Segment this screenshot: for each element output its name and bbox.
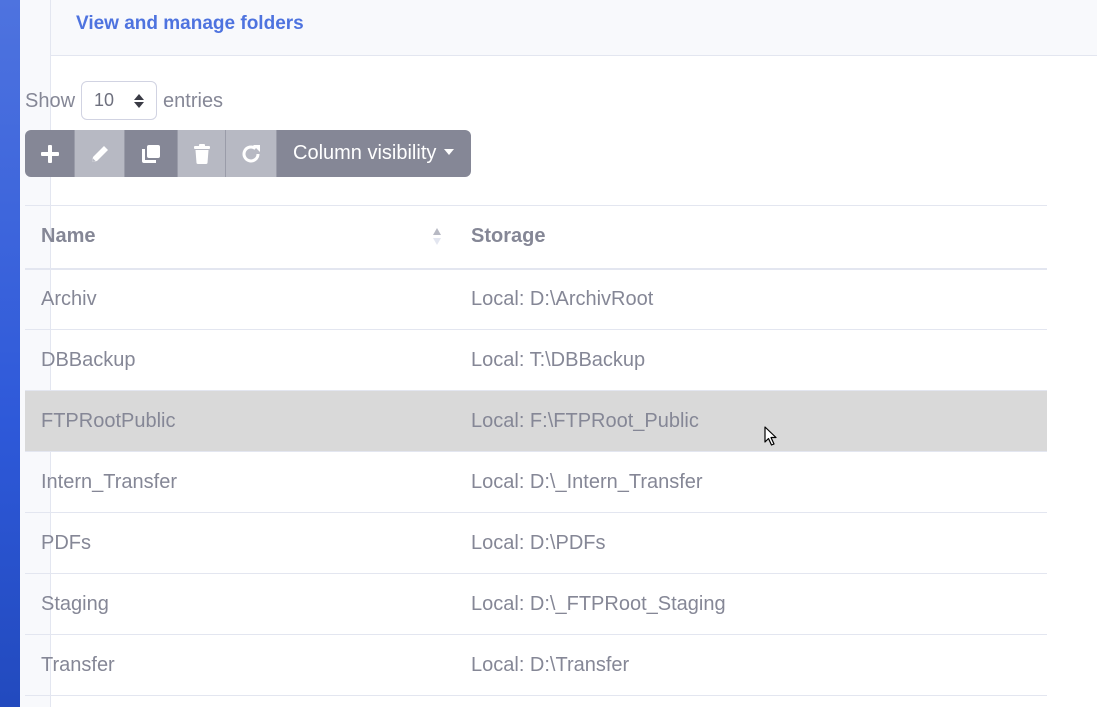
card-header: View and manage folders [51, 0, 1097, 56]
cell-storage: Local: F:\FTPRoot_Public [455, 390, 1047, 452]
entries-select-value: 10 [94, 90, 115, 110]
table-row[interactable]: Archiv Local: D:\ArchivRoot [25, 268, 1047, 330]
copy-button[interactable] [125, 130, 178, 177]
column-header-storage-label: Storage [471, 225, 546, 248]
caret-down-icon [444, 148, 455, 155]
refresh-icon [242, 144, 260, 162]
cell-storage: Local: D:\ArchivRoot [455, 268, 1047, 330]
cell-storage: Local: D:\_FTPRoot_Staging [455, 573, 1047, 635]
cell-storage: Local: D:\PDFs [455, 512, 1047, 574]
cell-name: PDFs [25, 512, 455, 574]
entries-select[interactable]: 10 [81, 81, 158, 120]
cell-name: FTPRootPublic [25, 390, 455, 452]
cell-name: Transfer [25, 634, 455, 696]
table-row[interactable]: Staging Local: D:\_FTPRoot_Staging [25, 573, 1047, 635]
table-row[interactable]: FTPRootPublic Local: F:\FTPRoot_Public [25, 390, 1047, 452]
copy-icon [142, 144, 160, 163]
page-title: View and manage folders [76, 13, 304, 34]
add-button[interactable] [25, 130, 75, 177]
cell-name: Intern_Transfer [25, 451, 455, 513]
table-row[interactable]: DBBackup Local: T:\DBBackup [25, 329, 1047, 391]
cell-name: Archiv [25, 268, 455, 330]
show-label: Show [25, 89, 76, 112]
sidebar-strip [0, 0, 20, 707]
entries-length-control: Show 10 entries [25, 81, 223, 120]
cell-name: Staging [25, 573, 455, 635]
table-header-row: Name Storage [25, 205, 1047, 270]
edit-button[interactable] [75, 130, 125, 177]
refresh-button[interactable] [226, 130, 277, 177]
folders-table: Name Storage Archiv Local: D:\ArchivRoot D… [25, 205, 1047, 696]
table-row[interactable]: PDFs Local: D:\PDFs [25, 512, 1047, 574]
select-arrows-icon [134, 93, 145, 108]
cell-storage: Local: D:\_Intern_Transfer [455, 451, 1047, 513]
entries-label: entries [163, 89, 224, 112]
pencil-icon [91, 145, 108, 162]
cell-storage: Local: D:\Transfer [455, 634, 1047, 696]
table-toolbar: Column visibility [25, 130, 471, 177]
table-row[interactable]: Transfer Local: D:\Transfer [25, 634, 1047, 696]
table-row[interactable]: Intern_Transfer Local: D:\_Intern_Transfe… [25, 451, 1047, 513]
column-header-storage[interactable]: Storage [455, 205, 1047, 270]
delete-button[interactable] [178, 130, 226, 177]
sort-icon [433, 228, 441, 245]
plus-icon [40, 144, 59, 163]
column-visibility-label: Column visibility [293, 142, 437, 164]
column-header-name-label: Name [41, 225, 96, 248]
column-header-name[interactable]: Name [25, 205, 455, 270]
cell-storage: Local: T:\DBBackup [455, 329, 1047, 391]
trash-icon [193, 143, 210, 164]
mouse-cursor-icon [764, 426, 777, 446]
cell-name: DBBackup [25, 329, 455, 391]
column-visibility-button[interactable]: Column visibility [277, 130, 471, 177]
